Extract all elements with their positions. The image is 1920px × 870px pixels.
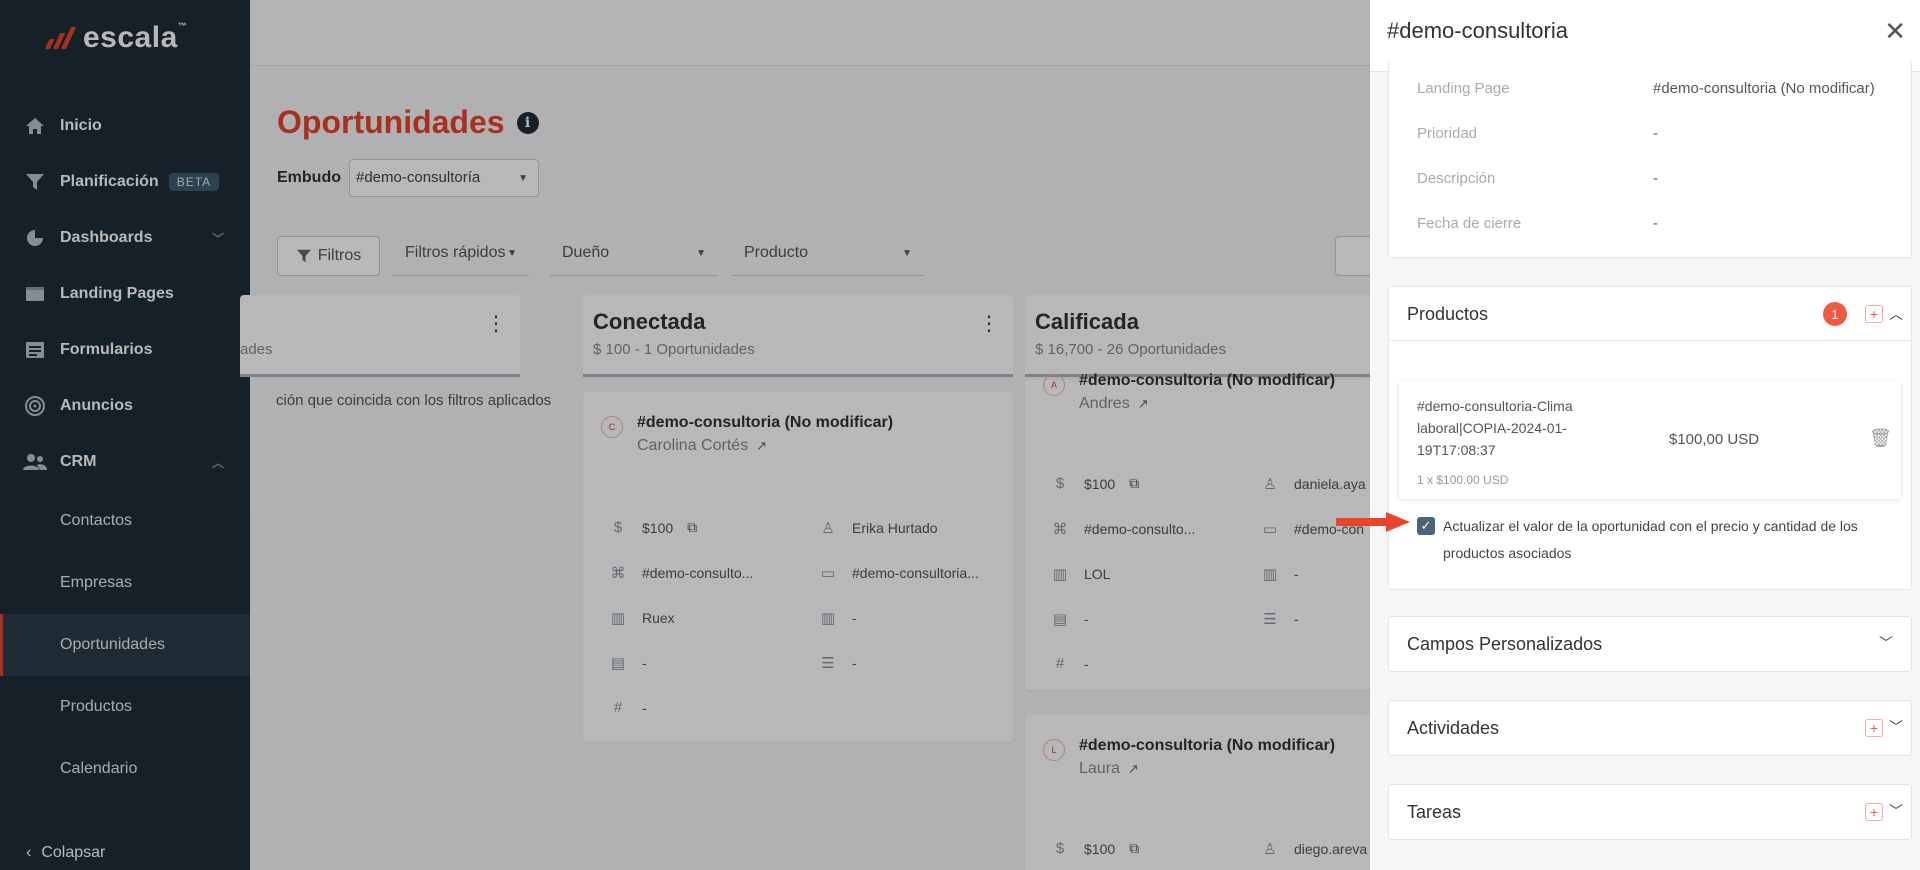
add-task-icon[interactable]: + bbox=[1865, 803, 1883, 821]
update-value-checkbox[interactable]: ✓ bbox=[1417, 517, 1435, 535]
detail-row-landing-page: Landing Page #demo-consultoria (No modif… bbox=[1417, 80, 1875, 97]
opportunity-drawer: #demo-consultoria ✕ Landing Page #demo-c… bbox=[1370, 0, 1920, 870]
add-product-icon[interactable]: + bbox=[1865, 305, 1883, 323]
drawer-title: #demo-consultoria bbox=[1387, 18, 1568, 43]
update-value-checkbox-row[interactable]: ✓ Actualizar el valor de la oportunidad … bbox=[1417, 513, 1897, 567]
chevron-down-icon[interactable]: ﹀ bbox=[1889, 801, 1903, 821]
products-count-badge: 1 bbox=[1823, 302, 1847, 326]
activities-panel[interactable]: Actividades + ﹀ bbox=[1388, 700, 1912, 756]
chevron-up-icon[interactable]: ︿ bbox=[1889, 304, 1903, 324]
chevron-down-icon[interactable]: ﹀ bbox=[1879, 633, 1893, 653]
product-quantity: 1 x $100.00 USD bbox=[1417, 473, 1509, 487]
product-price: $100,00 USD bbox=[1669, 431, 1760, 448]
trash-icon[interactable]: 🗑 bbox=[1869, 428, 1892, 449]
products-panel-header[interactable]: Productos 1 + ︿ bbox=[1389, 287, 1911, 341]
tasks-panel[interactable]: Tareas + ﹀ bbox=[1388, 784, 1912, 840]
detail-row-fecha-cierre: Fecha de cierre - bbox=[1417, 215, 1658, 232]
custom-fields-panel[interactable]: Campos Personalizados ﹀ bbox=[1388, 616, 1912, 672]
checkbox-label: Actualizar el valor de la oportunidad co… bbox=[1443, 518, 1858, 561]
close-icon[interactable]: ✕ bbox=[1884, 18, 1906, 44]
chevron-down-icon[interactable]: ﹀ bbox=[1889, 717, 1903, 737]
product-name: #demo-consultoria-Clima laboral|COPIA-20… bbox=[1417, 398, 1573, 458]
product-item: #demo-consultoria-Clima laboral|COPIA-20… bbox=[1399, 381, 1901, 499]
modal-backdrop[interactable] bbox=[0, 0, 1370, 870]
products-panel: Productos 1 + ︿ #demo-consultoria-Clima … bbox=[1388, 286, 1912, 590]
add-activity-icon[interactable]: + bbox=[1865, 719, 1883, 737]
details-panel: Landing Page #demo-consultoria (No modif… bbox=[1388, 60, 1912, 258]
pointer-arrow-icon bbox=[1336, 512, 1410, 532]
detail-row-descripcion: Descripción - bbox=[1417, 170, 1658, 187]
products-body: #demo-consultoria-Clima laboral|COPIA-20… bbox=[1389, 341, 1911, 589]
detail-row-prioridad: Prioridad - bbox=[1417, 125, 1658, 142]
